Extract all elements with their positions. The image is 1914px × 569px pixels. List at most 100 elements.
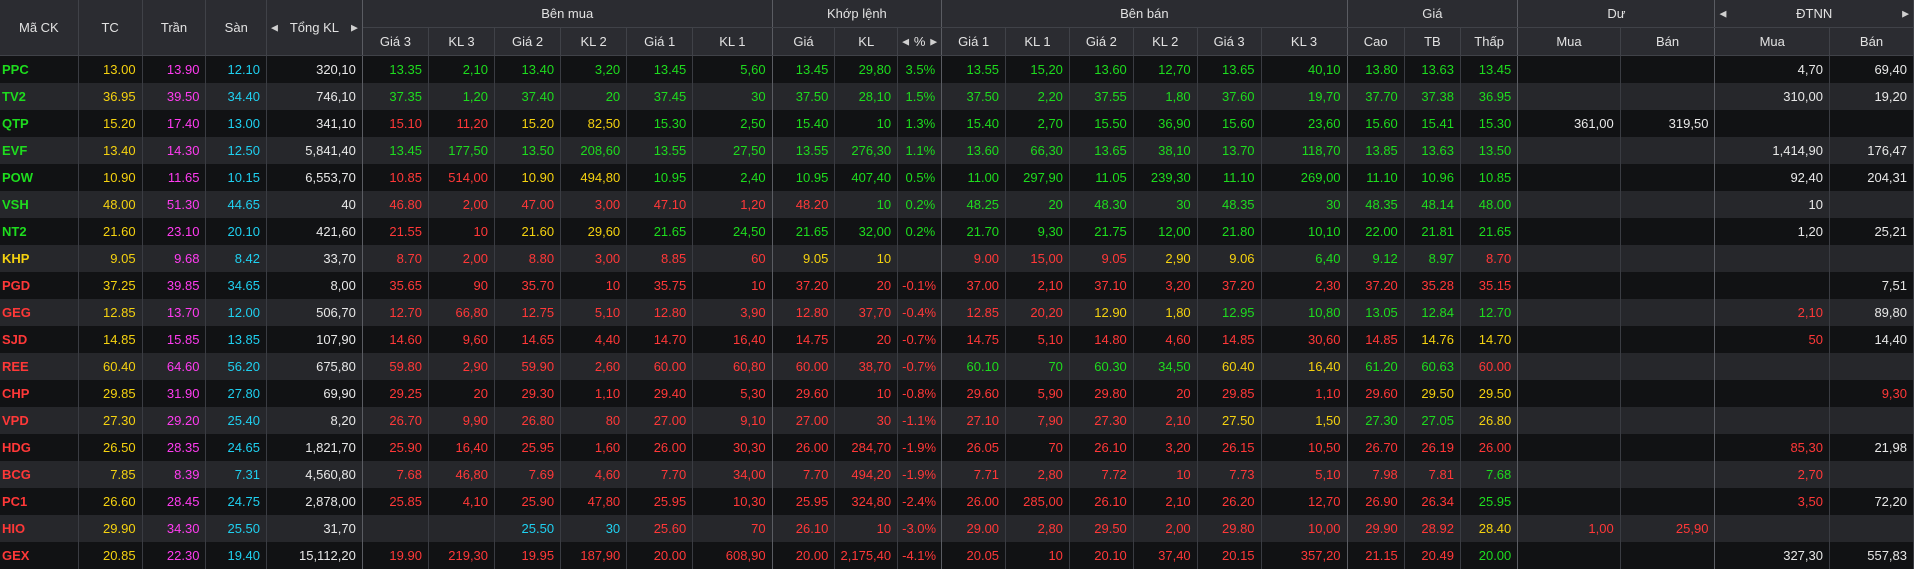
col-buy-price3[interactable]: Giá 3	[362, 28, 428, 56]
table-row[interactable]: KHP9.059.688.4233,708.702,008.803,008.85…	[0, 245, 1914, 272]
remain-buy-cell: 1,00	[1518, 515, 1620, 542]
sell-vol2-cell: 239,30	[1133, 164, 1197, 191]
match-vol-cell: 494,20	[835, 461, 898, 488]
symbol-cell[interactable]: VSH	[0, 191, 78, 218]
symbol-cell[interactable]: KHP	[0, 245, 78, 272]
col-total-volume[interactable]: ◀Tổng KL▶	[267, 0, 363, 56]
col-sell-vol1[interactable]: KL 1	[1006, 28, 1070, 56]
match-pct-cell: -1.9%	[898, 434, 942, 461]
match-vol-cell: 407,40	[835, 164, 898, 191]
avg-cell: 29.50	[1404, 380, 1460, 407]
caret-right-icon[interactable]: ▶	[930, 36, 937, 47]
symbol-cell[interactable]: POW	[0, 164, 78, 191]
buy-vol1-cell: 60,80	[693, 353, 772, 380]
col-low[interactable]: Thấp	[1460, 28, 1517, 56]
symbol-cell[interactable]: SJD	[0, 326, 78, 353]
table-row[interactable]: HIO29.9034.3025.5031,7025.503025.607026.…	[0, 515, 1914, 542]
table-row[interactable]: CHP29.8531.9027.8069,9029.252029.301,102…	[0, 380, 1914, 407]
symbol-cell[interactable]: GEG	[0, 299, 78, 326]
col-sell-price3[interactable]: Giá 3	[1197, 28, 1261, 56]
table-row[interactable]: PGD37.2539.8534.658,0035.659035.701035.7…	[0, 272, 1914, 299]
col-ceiling[interactable]: Trần	[142, 0, 206, 56]
caret-right-icon[interactable]: ▶	[351, 22, 358, 33]
table-row[interactable]: TV236.9539.5034.40746,1037.351,2037.4020…	[0, 83, 1914, 110]
col-sell-price2[interactable]: Giá 2	[1069, 28, 1133, 56]
symbol-cell[interactable]: EVF	[0, 137, 78, 164]
sell-price1-cell: 26.05	[942, 434, 1006, 461]
col-buy-price1[interactable]: Giá 1	[627, 28, 693, 56]
symbol-cell[interactable]: PGD	[0, 272, 78, 299]
symbol-cell[interactable]: QTP	[0, 110, 78, 137]
remain-buy-cell	[1518, 83, 1620, 110]
remain-sell-cell	[1620, 488, 1715, 515]
symbol-cell[interactable]: GEX	[0, 542, 78, 569]
table-row[interactable]: NT221.6023.1020.10421,6021.551021.6029,6…	[0, 218, 1914, 245]
buy-price1-cell: 8.85	[627, 245, 693, 272]
sell-price3-cell: 37.60	[1197, 83, 1261, 110]
symbol-cell[interactable]: BCG	[0, 461, 78, 488]
ceiling-cell: 15.85	[142, 326, 206, 353]
ceiling-cell: 28.35	[142, 434, 206, 461]
caret-left-icon[interactable]: ◀	[1719, 8, 1726, 19]
table-row[interactable]: EVF13.4014.3012.505,841,4013.45177,5013.…	[0, 137, 1914, 164]
col-avg[interactable]: TB	[1404, 28, 1460, 56]
col-match-vol[interactable]: KL	[835, 28, 898, 56]
table-row[interactable]: BCG7.858.397.314,560,807.6846,807.694,60…	[0, 461, 1914, 488]
ceiling-cell: 31.90	[142, 380, 206, 407]
table-row[interactable]: SJD14.8515.8513.85107,9014.609,6014.654,…	[0, 326, 1914, 353]
col-buy-vol1[interactable]: KL 1	[693, 28, 772, 56]
symbol-cell[interactable]: HIO	[0, 515, 78, 542]
foreign-buy-cell: 310,00	[1715, 83, 1830, 110]
table-row[interactable]: GEX20.8522.3019.4015,112,2019.90219,3019…	[0, 542, 1914, 569]
caret-right-icon[interactable]: ▶	[1902, 8, 1909, 19]
remain-sell-cell: 319,50	[1620, 110, 1715, 137]
buy-vol2-cell: 80	[561, 407, 627, 434]
symbol-cell[interactable]: PPC	[0, 56, 78, 84]
table-row[interactable]: VSH48.0051.3044.654046.802,0047.003,0047…	[0, 191, 1914, 218]
col-buy-vol2[interactable]: KL 2	[561, 28, 627, 56]
col-ref[interactable]: TC	[78, 0, 142, 56]
col-sell-vol3[interactable]: KL 3	[1261, 28, 1347, 56]
table-row[interactable]: VPD27.3029.2025.408,2026.709,9026.808027…	[0, 407, 1914, 434]
symbol-cell[interactable]: REE	[0, 353, 78, 380]
col-remain-buy[interactable]: Mua	[1518, 28, 1620, 56]
total-volume-cell: 40	[267, 191, 363, 218]
symbol-cell[interactable]: TV2	[0, 83, 78, 110]
table-row[interactable]: GEG12.8513.7012.00506,7012.7066,8012.755…	[0, 299, 1914, 326]
col-match-pct[interactable]: ◀%▶	[898, 28, 942, 56]
col-buy-price2[interactable]: Giá 2	[495, 28, 561, 56]
table-row[interactable]: PC126.6028.4524.752,878,0025.854,1025.90…	[0, 488, 1914, 515]
col-remain-sell[interactable]: Bán	[1620, 28, 1715, 56]
col-floor[interactable]: Sàn	[206, 0, 267, 56]
col-match-price[interactable]: Giá	[772, 28, 835, 56]
low-cell: 60.00	[1460, 353, 1517, 380]
symbol-cell[interactable]: HDG	[0, 434, 78, 461]
col-sell-price1[interactable]: Giá 1	[942, 28, 1006, 56]
col-high[interactable]: Cao	[1347, 28, 1404, 56]
symbol-cell[interactable]: CHP	[0, 380, 78, 407]
table-row[interactable]: QTP15.2017.4013.00341,1015.1011,2015.208…	[0, 110, 1914, 137]
buy-price3-cell: 37.35	[362, 83, 428, 110]
group-foreign[interactable]: ◀ĐTNN▶	[1715, 0, 1914, 28]
table-row[interactable]: POW10.9011.6510.156,553,7010.85514,0010.…	[0, 164, 1914, 191]
floor-cell: 34.65	[206, 272, 267, 299]
symbol-cell[interactable]: NT2	[0, 218, 78, 245]
col-buy-vol3[interactable]: KL 3	[428, 28, 494, 56]
buy-vol3-cell: 2,00	[428, 191, 494, 218]
symbol-cell[interactable]: VPD	[0, 407, 78, 434]
sell-price1-cell: 48.25	[942, 191, 1006, 218]
foreign-buy-cell: 2,10	[1715, 299, 1830, 326]
table-row[interactable]: HDG26.5028.3524.651,821,7025.9016,4025.9…	[0, 434, 1914, 461]
buy-price1-cell: 10.95	[627, 164, 693, 191]
col-symbol[interactable]: Mã CK	[0, 0, 78, 56]
caret-left-icon[interactable]: ◀	[902, 36, 909, 47]
remain-buy-cell	[1518, 434, 1620, 461]
caret-left-icon[interactable]: ◀	[271, 22, 278, 33]
col-foreign-sell[interactable]: Bán	[1829, 28, 1913, 56]
table-row[interactable]: REE60.4064.6056.20675,8059.802,9059.902,…	[0, 353, 1914, 380]
col-foreign-buy[interactable]: Mua	[1715, 28, 1830, 56]
symbol-cell[interactable]: PC1	[0, 488, 78, 515]
col-sell-vol2[interactable]: KL 2	[1133, 28, 1197, 56]
floor-cell: 13.00	[206, 110, 267, 137]
table-row[interactable]: PPC13.0013.9012.10320,1013.352,1013.403,…	[0, 56, 1914, 84]
